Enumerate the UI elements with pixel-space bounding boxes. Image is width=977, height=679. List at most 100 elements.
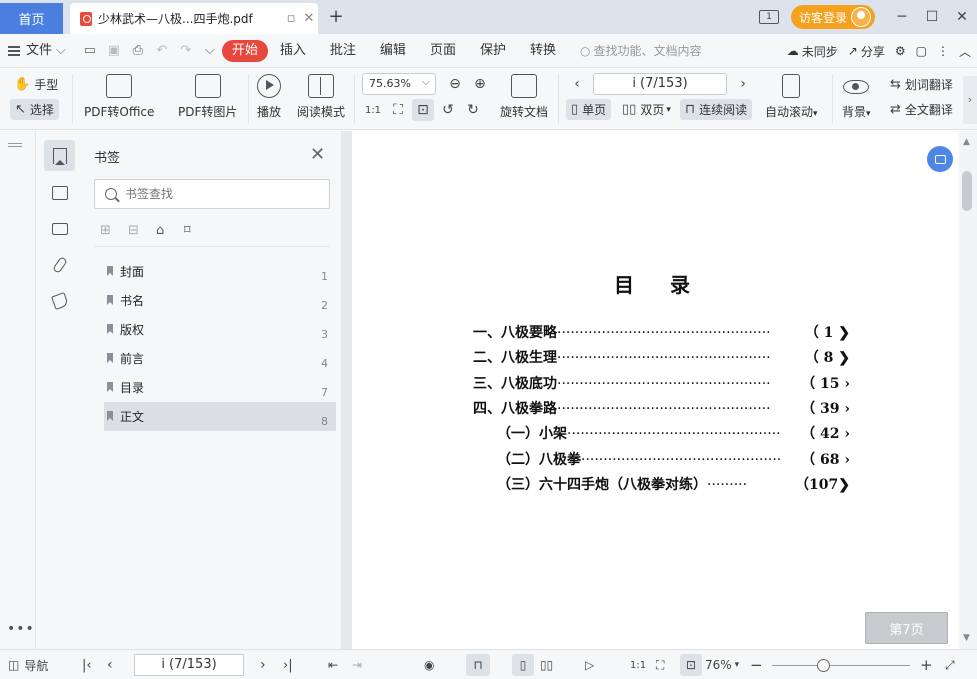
thumbnail-nav-icon[interactable] (44, 177, 75, 208)
continuous-read-button[interactable]: ⊓ 连续阅读 (680, 99, 753, 120)
rotate-right-icon[interactable]: ↻ (462, 99, 484, 121)
status-page-input[interactable]: i (7/153) (134, 654, 244, 676)
read-mode-button[interactable]: 阅读模式 (297, 74, 345, 120)
menu-start[interactable]: 开始 (221, 39, 268, 62)
vertical-scrollbar[interactable]: ▲ ▼ (959, 131, 977, 649)
floating-tool-button[interactable] (927, 146, 953, 172)
last-page-icon[interactable]: ›| (283, 650, 293, 679)
sync-status[interactable]: ☁ 未同步 (787, 43, 838, 60)
rotate-document-button[interactable]: 旋转文档 (500, 74, 548, 120)
pdf-to-image-button[interactable]: PDF转图片 (178, 74, 237, 120)
scrollbar-thumb[interactable] (962, 171, 972, 211)
comment-nav-icon[interactable] (44, 213, 75, 244)
actual-size-icon[interactable]: 1:1 (630, 650, 646, 679)
close-window-icon[interactable]: ✕ (947, 9, 977, 25)
print-icon[interactable]: ⎙ (126, 40, 150, 62)
full-translate-button[interactable]: ⇄ 全文翻译 (890, 101, 953, 118)
redo-icon[interactable]: ↷ (174, 40, 198, 62)
menu-insert[interactable]: 插入 (268, 40, 318, 62)
screen-badge-icon[interactable]: 1 (758, 10, 779, 24)
eye-protection-icon[interactable]: ◉ (424, 650, 434, 679)
panel-splitter[interactable] (342, 131, 352, 649)
comment-bubble-icon[interactable]: ▢ (916, 44, 927, 58)
back-icon[interactable]: ⇤ (328, 650, 338, 679)
forward-icon[interactable]: ⇥ (352, 650, 362, 679)
bookmark-item[interactable]: 书名 2 (104, 286, 336, 315)
signature-nav-icon[interactable] (44, 285, 75, 316)
zoom-select[interactable]: 75.63% (362, 72, 436, 95)
bookmark-item-selected[interactable]: 正文 8 (104, 402, 336, 431)
select-tool[interactable]: ↖ 选择 (10, 99, 59, 120)
previous-page-icon[interactable]: ‹ (566, 73, 588, 95)
zoom-in-icon[interactable]: + (920, 650, 933, 679)
bookmark-item[interactable]: 前言 4 (104, 344, 336, 373)
minimize-icon[interactable]: ─ (887, 9, 917, 25)
zoom-dropdown[interactable]: 76% ▾ (705, 650, 739, 679)
bookmark-item[interactable]: 目录 7 (104, 373, 336, 402)
scroll-down-icon[interactable]: ▼ (963, 633, 970, 643)
maximize-icon[interactable]: ☐ (917, 9, 947, 25)
settings-icon[interactable]: ⚙ (895, 44, 906, 58)
home-tab[interactable]: 首页 (0, 3, 63, 34)
save-icon[interactable]: ▣ (102, 40, 126, 62)
fit-width-icon[interactable]: ⊡ (412, 99, 434, 121)
function-search[interactable]: ○ 查找功能、文档内容 (568, 42, 714, 59)
undo-icon[interactable]: ↶ (150, 40, 174, 62)
zoom-slider-handle[interactable] (817, 659, 830, 672)
double-page-mode-icon[interactable]: ▯▯ (540, 650, 553, 679)
guest-login-button[interactable]: 访客登录 (790, 5, 875, 29)
continuous-mode-icon[interactable]: ⊓ (466, 654, 490, 676)
fullscreen-icon[interactable]: ⤢ (945, 650, 955, 679)
bookmark-search[interactable] (94, 179, 330, 209)
open-folder-icon[interactable]: ▭ (78, 40, 102, 62)
menu-convert[interactable]: 转换 (518, 40, 568, 62)
play-button[interactable]: 播放 (257, 74, 281, 120)
more-icon[interactable]: ••• (7, 621, 35, 637)
word-translate-button[interactable]: ⇆ 划词翻译 (890, 76, 953, 93)
fit-width-icon[interactable]: ⊡ (680, 654, 702, 676)
new-tab-button[interactable]: + (326, 6, 346, 28)
bookmark-outline-icon[interactable]: ⌑ (184, 223, 212, 238)
single-page-button[interactable]: ▯ 单页 (566, 99, 612, 120)
bookmark-search-input[interactable] (125, 187, 315, 201)
double-page-button[interactable]: ▯▯ 双页 ▾ (622, 101, 671, 118)
menu-edit[interactable]: 编辑 (368, 40, 418, 62)
bookmark-item[interactable]: 封面 1 (104, 257, 336, 286)
more-vertical-icon[interactable]: ⋮ (937, 44, 949, 58)
auto-scroll-button[interactable]: 自动滚动▾ (765, 74, 818, 120)
previous-page-icon[interactable]: ‹ (107, 650, 113, 679)
collapse-ribbon-icon[interactable]: ︿ (959, 43, 971, 60)
file-menu[interactable]: 文件 ⌵ (0, 40, 78, 62)
page-number-input[interactable]: i (7/153) (593, 73, 727, 95)
background-button[interactable]: 背景▾ (842, 74, 871, 120)
single-page-mode-icon[interactable]: ▯ (512, 654, 534, 676)
share-button[interactable]: ↗ 分享 (848, 43, 885, 60)
navigation-toggle[interactable]: ◫ 导航 (8, 650, 48, 679)
quick-access-dropdown-icon[interactable]: ⌵ (198, 40, 222, 62)
pdf-to-office-button[interactable]: PDF转Office (84, 74, 154, 120)
attachment-nav-icon[interactable] (44, 249, 75, 280)
play-icon[interactable]: ▷ (585, 650, 594, 679)
expand-all-icon[interactable]: ⊞ (100, 223, 128, 238)
ribbon-scroll-right-icon[interactable]: › (963, 76, 977, 124)
zoom-slider[interactable] (772, 665, 910, 666)
next-page-icon[interactable]: › (260, 650, 266, 679)
tab-window-icon[interactable]: ▫ (282, 11, 300, 26)
collapse-all-icon[interactable]: ⊟ (128, 223, 156, 238)
zoom-in-icon[interactable]: ⊕ (469, 73, 491, 95)
fit-page-icon[interactable]: ⛶ (387, 99, 409, 121)
fit-page-icon[interactable]: ⛶ (656, 650, 664, 679)
menu-page[interactable]: 页面 (418, 40, 468, 62)
actual-size-icon[interactable]: 1:1 (362, 99, 384, 121)
bookmark-nav-icon[interactable] (44, 140, 75, 171)
scroll-up-icon[interactable]: ▲ (963, 137, 970, 147)
drag-handle-icon[interactable] (8, 143, 22, 147)
zoom-out-icon[interactable]: ⊖ (444, 73, 466, 95)
next-page-icon[interactable]: › (732, 73, 754, 95)
rotate-left-icon[interactable]: ↺ (437, 99, 459, 121)
bookmark-item[interactable]: 版权 3 (104, 315, 336, 344)
zoom-out-icon[interactable]: − (750, 650, 763, 679)
first-page-icon[interactable]: |‹ (82, 650, 92, 679)
document-tab[interactable]: 少林武术—八极...四手炮.pdf ▫ ✕ (70, 3, 318, 34)
menu-protect[interactable]: 保护 (468, 40, 518, 62)
